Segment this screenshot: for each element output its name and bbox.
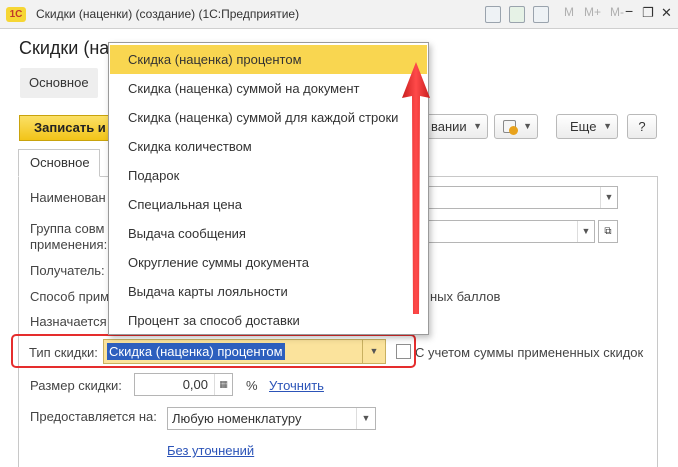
tab-main[interactable]: Основное <box>18 149 100 177</box>
size-label: Размер скидки: <box>30 378 122 393</box>
dropdown-item[interactable]: Округление суммы документа <box>110 248 427 277</box>
app-logo: 1С <box>6 7 26 22</box>
more-button[interactable]: Еще ▼ <box>556 114 618 139</box>
percent-sign: % <box>246 378 258 393</box>
chevron-down-icon: ▼ <box>523 121 532 131</box>
provided-field[interactable]: Любую номенклатуру ▼ <box>167 407 376 430</box>
discount-size-field[interactable]: 0,00 ▦ <box>134 373 233 396</box>
calendar-icon[interactable] <box>533 6 549 23</box>
create-based-on-label: вании <box>431 119 467 134</box>
window-title: Скидки (наценки) (создание) (1С:Предприя… <box>36 7 300 21</box>
dropdown-item[interactable]: Процент за способ доставки <box>110 306 427 335</box>
chevron-down-icon: ▼ <box>473 121 482 131</box>
close-icon[interactable]: ✕ <box>661 5 672 21</box>
dropdown-item[interactable]: Выдача сообщения <box>110 219 427 248</box>
method-label: Способ прим <box>30 289 110 304</box>
page-title: Скидки (на <box>19 38 110 58</box>
report-button[interactable]: ▼ <box>494 114 538 139</box>
dropdown-item[interactable]: Подарок <box>110 161 427 190</box>
assigned-label: Назначается <box>30 314 107 329</box>
gear-icon <box>509 126 518 135</box>
chevron-down-icon: ▼ <box>603 121 612 131</box>
help-button[interactable]: ? <box>627 114 657 139</box>
dropdown-item[interactable]: Скидка (наценка) суммой на документ <box>110 74 427 103</box>
with-applied-label: С учетом суммы примененных скидок <box>415 345 644 360</box>
chevron-down-icon[interactable]: ▼ <box>356 408 375 429</box>
nav-tab-main[interactable]: Основное <box>20 68 98 98</box>
table-icon[interactable] <box>509 6 525 23</box>
group-label-line1: Группа совм <box>30 221 105 236</box>
dropdown-item[interactable]: Скидка (наценка) процентом <box>110 45 427 74</box>
chevron-down-icon[interactable]: ▼ <box>600 187 617 208</box>
memory-button-m-minus[interactable]: M- <box>610 5 624 19</box>
document-icon[interactable] <box>485 6 501 23</box>
discount-type-field[interactable]: Скидка (наценка) процентом ▼ <box>103 339 386 364</box>
dropdown-item[interactable]: Скидка (наценка) суммой для каждой строк… <box>110 103 427 132</box>
name-field[interactable]: ▼ <box>428 186 618 209</box>
discount-size-value: 0,00 <box>182 377 208 392</box>
annotation-arrow-icon <box>402 62 430 314</box>
group-label-line2: применения: <box>30 237 108 252</box>
dropdown-item[interactable]: Скидка количеством <box>110 132 427 161</box>
restore-icon[interactable]: ❐ <box>642 5 654 21</box>
provided-label: Предоставляется на: <box>30 409 157 424</box>
calculator-icon[interactable]: ▦ <box>214 374 232 395</box>
dropdown-item[interactable]: Специальная цена <box>110 190 427 219</box>
more-label: Еще <box>570 119 597 134</box>
title-bar: 1С Скидки (наценки) (создание) (1С:Предп… <box>0 0 678 29</box>
dropdown-item[interactable]: Выдача карты лояльности <box>110 277 427 306</box>
discount-type-value: Скидка (наценка) процентом <box>107 343 285 360</box>
open-icon[interactable]: ⧉ <box>598 220 618 243</box>
memory-button-m[interactable]: M <box>564 5 574 19</box>
chevron-down-icon[interactable]: ▼ <box>577 221 594 242</box>
type-label: Тип скидки: <box>29 345 98 360</box>
group-field[interactable]: ▼ <box>428 220 595 243</box>
clarify-link[interactable]: Уточнить <box>269 378 324 393</box>
name-label: Наименован <box>30 190 106 205</box>
provided-value: Любую номенклатуру <box>172 411 302 426</box>
recipient-label: Получатель: <box>30 263 105 278</box>
minimize-icon[interactable]: − <box>625 3 633 19</box>
no-clarify-link[interactable]: Без уточнений <box>167 443 254 458</box>
chevron-down-icon[interactable]: ▼ <box>362 340 385 363</box>
discount-type-dropdown: Скидка (наценка) процентом Скидка (нацен… <box>108 42 429 335</box>
memory-button-m-plus[interactable]: M+ <box>584 5 601 19</box>
bonus-text: ных баллов <box>430 289 501 304</box>
